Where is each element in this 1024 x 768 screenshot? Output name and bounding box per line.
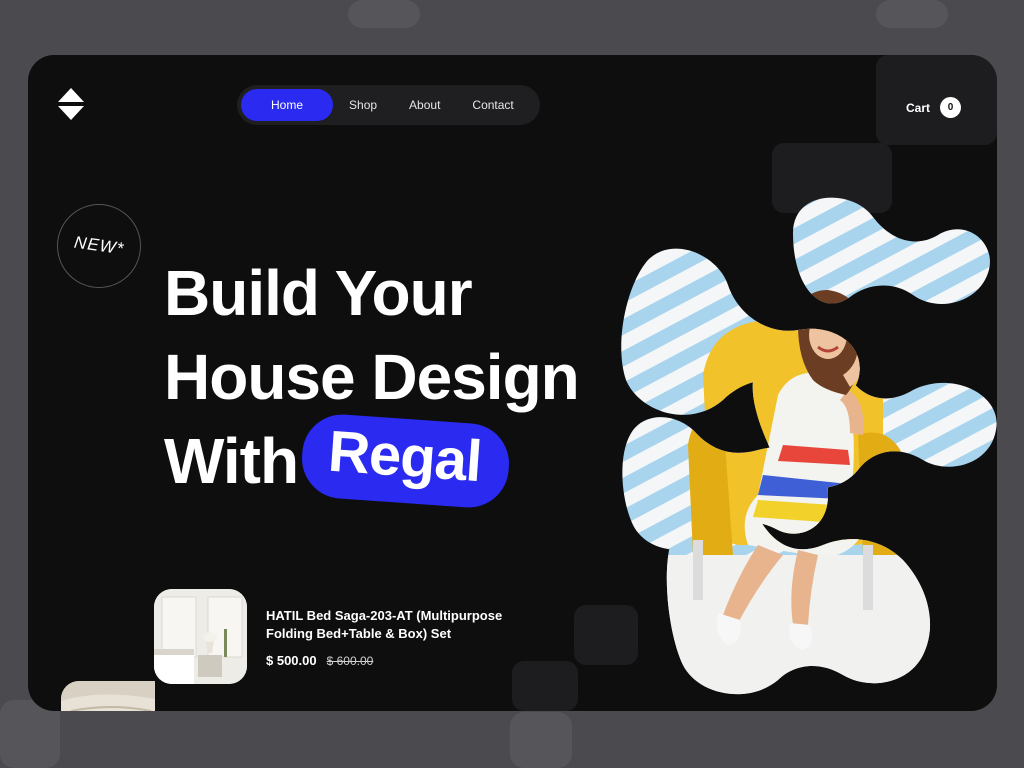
- nav-contact[interactable]: Contact: [456, 89, 529, 121]
- frame-decoration: [512, 661, 578, 711]
- nav-about[interactable]: About: [393, 89, 456, 121]
- headline-line-3: With Regal: [164, 411, 579, 511]
- product-title[interactable]: HATIL Bed Saga-203-AT (Multipurpose Fold…: [266, 607, 546, 643]
- hero-headline: Build Your House Design With Regal: [164, 251, 580, 511]
- headline-line-1: Build Your: [164, 257, 473, 329]
- headline-highlight-pill: Regal: [299, 411, 512, 511]
- nav-home[interactable]: Home: [241, 89, 334, 121]
- cart-count-badge: 0: [940, 97, 961, 118]
- cart-label: Cart: [905, 100, 930, 115]
- new-badge-label: NEW*: [72, 232, 126, 259]
- headline-line-3-text: With: [164, 425, 299, 497]
- background-decoration: [876, 0, 948, 28]
- background-decoration: [348, 0, 420, 28]
- logo-icon[interactable]: [58, 88, 84, 120]
- cart-button[interactable]: Cart 0: [906, 97, 961, 118]
- nav-shop[interactable]: Shop: [333, 89, 393, 121]
- product-price: $ 500.00 $ 600.00: [266, 653, 373, 668]
- headline-line-2: House Design: [164, 341, 580, 413]
- main-nav: Home Shop About Contact: [237, 85, 540, 125]
- price-current: $ 500.00: [266, 653, 317, 668]
- background-decoration: [510, 712, 572, 768]
- new-badge: NEW*: [57, 204, 141, 288]
- product-image[interactable]: [154, 589, 247, 684]
- main-frame: Home Shop About Contact Cart 0 NEW* Buil…: [28, 55, 997, 711]
- price-original: $ 600.00: [326, 654, 374, 668]
- product-image-secondary: [61, 681, 155, 711]
- hero-image: [621, 197, 997, 695]
